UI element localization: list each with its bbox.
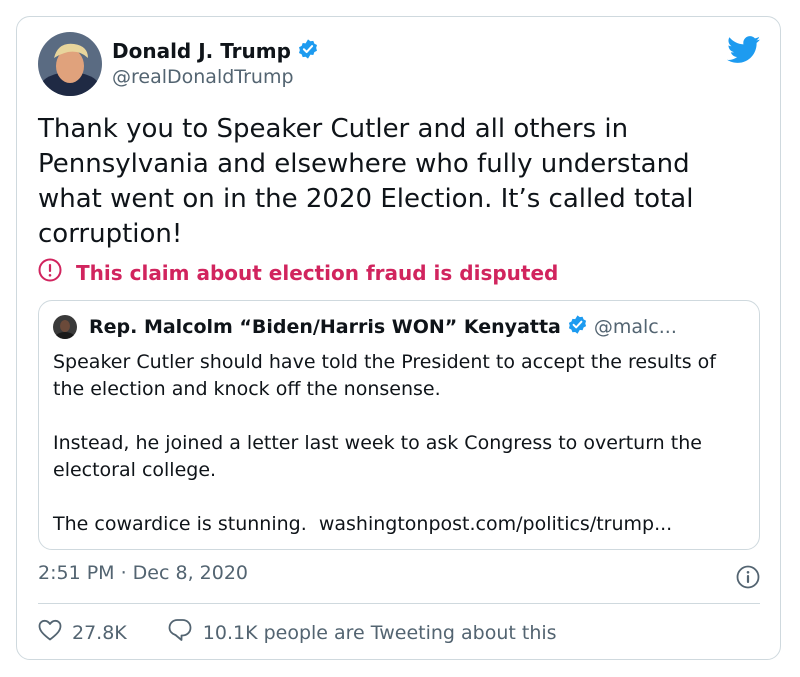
tweet-text: Thank you to Speaker Cutler and all othe…	[38, 114, 694, 249]
twitter-bird-icon[interactable]	[727, 36, 761, 64]
author-avatar[interactable]	[38, 32, 102, 96]
quote-paragraph: Instead, he joined a letter last week to…	[53, 432, 702, 481]
conversation-label[interactable]: 10.1K people are Tweeting about this	[203, 622, 557, 644]
disputed-claim-notice[interactable]: This claim about election fraud is dispu…	[38, 258, 558, 287]
quote-author-name[interactable]: Rep. Malcolm “Biden/Harris WON” Kenyatta	[89, 316, 561, 338]
quote-link[interactable]: washingtonpost.com/politics/trump...	[319, 513, 672, 535]
alert-circle-icon	[38, 258, 62, 287]
conversation-button[interactable]: 10.1K people are Tweeting about this	[167, 618, 557, 647]
quote-paragraph: The cowardice is stunning. washingtonpos…	[53, 511, 743, 538]
speech-bubble-icon	[167, 618, 193, 647]
author-handle[interactable]: @realDonaldTrump	[112, 66, 294, 88]
like-count[interactable]: 27.8K	[72, 622, 127, 644]
quoted-tweet[interactable]: Rep. Malcolm “Biden/Harris WON” Kenyatta…	[38, 300, 760, 550]
like-button[interactable]: 27.8K	[38, 619, 127, 646]
quote-author-row[interactable]: Rep. Malcolm “Biden/Harris WON” Kenyatta…	[89, 314, 677, 339]
author-name[interactable]: Donald J. Trump	[112, 39, 291, 63]
quote-body: Speaker Cutler should have told the Pres…	[53, 349, 743, 565]
author-name-row[interactable]: Donald J. Trump	[112, 38, 319, 64]
disputed-claim-label[interactable]: This claim about election fraud is dispu…	[76, 261, 558, 285]
quote-verified-badge-icon	[567, 314, 588, 339]
quote-paragraph: Speaker Cutler should have told the Pres…	[53, 351, 716, 400]
quote-paragraph-text: The cowardice is stunning.	[53, 513, 319, 535]
info-icon[interactable]	[736, 565, 760, 589]
tweet-timestamp[interactable]: 2:51 PM · Dec 8, 2020	[38, 562, 248, 584]
quote-author-avatar[interactable]	[53, 315, 77, 339]
verified-badge-icon	[297, 38, 319, 64]
heart-icon	[38, 619, 62, 646]
tweet-actions: 27.8K 10.1K people are Tweeting about th…	[38, 618, 557, 647]
divider	[38, 603, 760, 604]
quote-author-handle[interactable]: @malc...	[594, 316, 677, 338]
